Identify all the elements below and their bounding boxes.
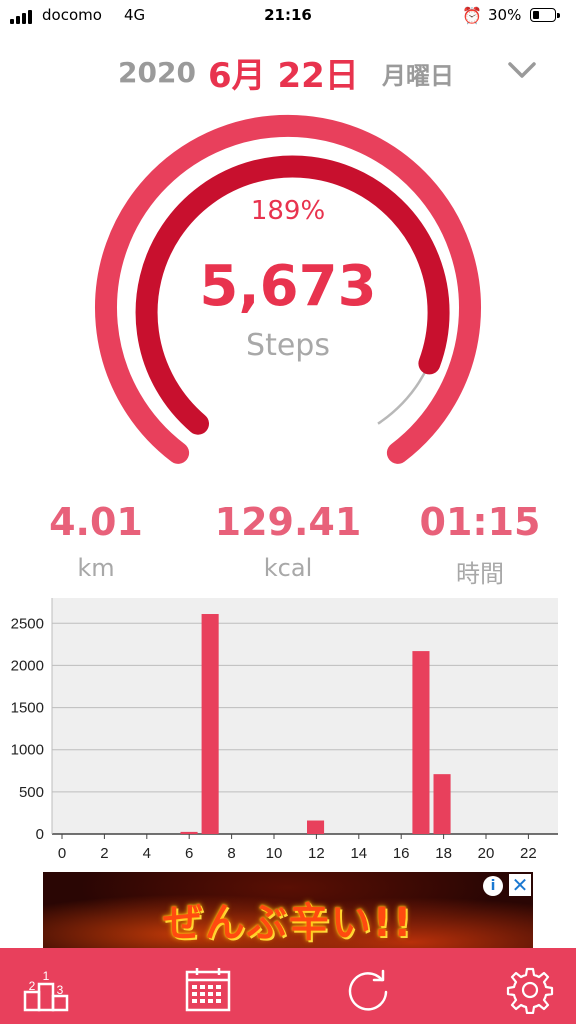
chart-bar — [201, 614, 219, 834]
distance-stat: 4.01 km — [0, 500, 192, 582]
refresh-icon[interactable] — [344, 966, 392, 1014]
ad-banner[interactable]: ぜんぶ辛い!! i ✕ — [43, 872, 533, 950]
y-tick-label: 2000 — [11, 657, 44, 674]
status-bar: docomo 4G 21:16 ⏰ 30% — [0, 0, 576, 32]
y-tick-label: 1000 — [11, 742, 44, 759]
y-tick-label: 500 — [19, 784, 44, 801]
ad-text: ぜんぶ辛い!! — [162, 900, 414, 946]
rank-3-digit: 3 — [57, 983, 64, 997]
distance-unit: km — [77, 554, 115, 582]
chart-bar — [412, 651, 430, 834]
x-tick-label: 2 — [100, 845, 108, 862]
battery-icon — [530, 8, 560, 22]
duration-stat: 01:15 時間 — [384, 500, 576, 589]
date-month-day: 6月 22日 — [208, 56, 359, 96]
goal-percent: 189% — [250, 196, 326, 226]
ad-close-icon[interactable]: ✕ — [509, 874, 531, 896]
calendar-icon[interactable] — [184, 966, 232, 1014]
calories-unit: kcal — [263, 554, 313, 582]
x-tick-label: 6 — [185, 845, 193, 862]
alarm-icon: ⏰ — [462, 6, 482, 25]
x-tick-label: 12 — [308, 845, 325, 862]
battery-percent: 30% — [488, 6, 522, 24]
gear-icon[interactable] — [506, 966, 554, 1014]
y-tick-label: 2500 — [11, 615, 44, 632]
x-tick-label: 22 — [520, 845, 537, 862]
step-count: 5,673 — [199, 254, 377, 319]
calories-value: 129.41 — [214, 500, 362, 544]
x-tick-label: 16 — [393, 845, 410, 862]
duration-unit: 時間 — [456, 560, 504, 588]
plot-area — [52, 598, 558, 834]
chart-bar — [180, 831, 198, 834]
date-year: 2020 — [118, 56, 196, 89]
date-header: 2020 6月 22日 月曜日 — [0, 48, 576, 98]
rank-1-digit: 1 — [43, 969, 50, 983]
chevron-down-icon[interactable] — [506, 58, 538, 82]
duration-value: 01:15 — [419, 500, 541, 544]
calories-stat: 129.41 kcal — [192, 500, 384, 582]
chart-bar — [433, 774, 451, 834]
rank-2-digit: 2 — [29, 979, 36, 993]
date-weekday: 月曜日 — [382, 62, 454, 90]
x-tick-label: 14 — [350, 845, 367, 862]
x-tick-label: 0 — [58, 845, 66, 862]
x-tick-label: 4 — [143, 845, 151, 862]
y-tick-label: 1500 — [11, 700, 44, 717]
steps-unit: Steps — [246, 328, 330, 363]
hourly-steps-chart: 0 500 1000 1500 2000 2500 0 2 4 6 8 10 12 14 16 18 20 22 — [11, 598, 558, 862]
tab-bar: 1 2 3 — [0, 948, 576, 1024]
x-tick-label: 8 — [227, 845, 235, 862]
ad-info-icon[interactable]: i — [483, 876, 503, 896]
chart-bar — [307, 820, 325, 834]
x-tick-label: 20 — [478, 845, 495, 862]
ranking-icon[interactable]: 1 2 3 — [22, 966, 70, 1014]
distance-value: 4.01 — [49, 500, 143, 544]
x-tick-label: 10 — [266, 845, 283, 862]
x-tick-label: 18 — [435, 845, 452, 862]
y-tick-label: 0 — [36, 826, 44, 843]
